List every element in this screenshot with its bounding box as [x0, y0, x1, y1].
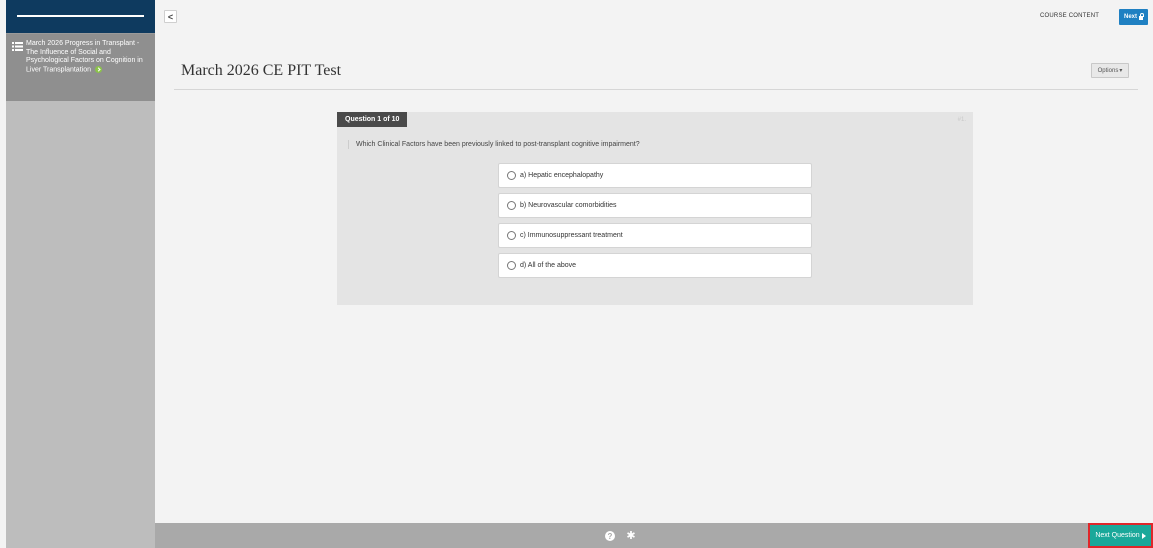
collapse-sidebar-button[interactable]: < — [164, 10, 177, 23]
question-panel: Question 1 of 10 #1. Which Clinical Fact… — [337, 112, 973, 305]
chevron-left-icon: < — [167, 11, 174, 22]
next-question-button[interactable]: Next Question — [1088, 523, 1153, 548]
next-button-label: Next — [1123, 14, 1137, 20]
page-title: March 2026 CE PIT Test — [181, 62, 342, 79]
sidebar-item-label: March 2026 Progress in Transplant - The … — [26, 40, 149, 74]
sidebar: March 2026 Progress in Transplant - The … — [6, 0, 155, 548]
question-badge: Question 1 of 10 — [337, 112, 408, 127]
sidebar-header — [6, 0, 155, 33]
radio-button[interactable] — [507, 171, 516, 180]
title-divider — [174, 89, 1138, 90]
sidebar-header-bar — [17, 15, 144, 17]
answer-label: a) Hepatic encephalopathy — [520, 172, 604, 179]
radio-button[interactable] — [507, 201, 516, 210]
radio-button[interactable] — [507, 261, 516, 270]
complete-check-icon — [94, 65, 102, 73]
answer-label: b) Neurovascular comorbidities — [520, 202, 617, 209]
next-question-label: Next Question — [1095, 532, 1140, 539]
footer-bar: ? ✱ — [155, 523, 1153, 548]
question-number: #1. — [957, 117, 966, 123]
options-label: Options — [1097, 67, 1119, 74]
answer-label: c) Immunosuppressant treatment — [520, 232, 623, 239]
answer-option-b[interactable]: b) Neurovascular comorbidities — [498, 193, 812, 218]
caret-down-icon: ▾ — [1119, 68, 1123, 74]
lock-icon — [1139, 13, 1144, 20]
next-button[interactable]: Next — [1119, 9, 1148, 25]
gear-icon[interactable]: ✱ — [625, 530, 637, 542]
course-content-link[interactable]: COURSE CONTENT — [1040, 13, 1099, 19]
question-text: Which Clinical Factors have been previou… — [348, 140, 640, 149]
module-title: March 2026 Progress in Transplant - The … — [26, 40, 143, 73]
sidebar-item-module[interactable]: March 2026 Progress in Transplant - The … — [6, 33, 155, 101]
list-icon — [12, 42, 23, 51]
options-button[interactable]: Options ▾ — [1091, 63, 1129, 78]
answer-option-a[interactable]: a) Hepatic encephalopathy — [498, 163, 812, 188]
radio-button[interactable] — [507, 231, 516, 240]
arrow-right-icon — [1141, 532, 1146, 539]
answer-option-d[interactable]: d) All of the above — [498, 253, 812, 278]
answer-option-c[interactable]: c) Immunosuppressant treatment — [498, 223, 812, 248]
help-icon[interactable]: ? — [605, 531, 615, 541]
answer-label: d) All of the above — [520, 262, 577, 269]
